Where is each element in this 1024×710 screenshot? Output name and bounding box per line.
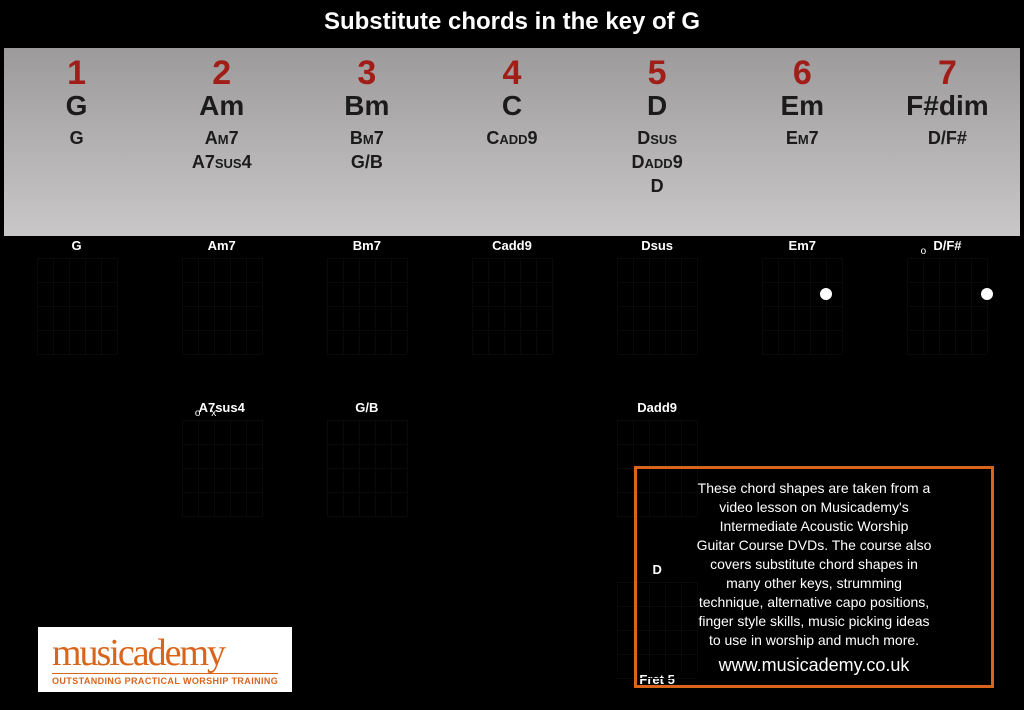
fretboard: o — [907, 258, 987, 354]
chord-slot: Em7 — [730, 238, 875, 388]
chord-slot — [294, 562, 439, 692]
degree-substitute: G — [4, 126, 149, 150]
chord-label: Bm7 — [353, 238, 381, 254]
info-line: many other keys, strumming — [649, 574, 979, 593]
degree-substitute: G/B — [294, 150, 439, 174]
degree-number: 2 — [149, 56, 294, 90]
info-line: These chord shapes are taken from a — [649, 479, 979, 498]
degree-column: 5DDsusDadd9D — [585, 56, 730, 236]
info-line: to use in worship and much more. — [649, 631, 979, 650]
degree-chord: C — [439, 92, 584, 120]
chord-label: Am7 — [208, 238, 236, 254]
degree-number: 4 — [439, 56, 584, 90]
chord-label: G — [72, 238, 82, 254]
degree-column: 7F#dim D/F# — [875, 56, 1020, 236]
fretboard — [472, 258, 552, 354]
chord-slot: G/B — [294, 400, 439, 550]
info-line: covers substitute chord shapes in — [649, 555, 979, 574]
degree-chord: F#dim — [875, 92, 1020, 120]
chord-slot: A7sus4 ox — [149, 400, 294, 550]
logo-brand: musicademy — [52, 635, 278, 671]
chord-slot: Dsus — [585, 238, 730, 388]
degree-header-band: 1GG2AmAm7A7sus43BmBm7G/B4CCadd95DDsusDad… — [4, 48, 1020, 236]
degree-substitute: Em7 — [730, 126, 875, 150]
degree-substitute: Am7 — [149, 126, 294, 150]
degree-chord: G — [4, 92, 149, 120]
fretboard — [617, 258, 697, 354]
chord-slot: D/F# o — [875, 238, 1020, 388]
info-line: technique, alternative capo positions, — [649, 593, 979, 612]
degree-substitute: D/F# — [875, 126, 1020, 150]
fretboard — [327, 258, 407, 354]
degree-substitute: Dadd9 — [585, 150, 730, 174]
degree-chord: Em — [730, 92, 875, 120]
fretboard: ox — [182, 420, 262, 516]
chord-label: Dsus — [641, 238, 673, 254]
info-url: www.musicademy.co.uk — [649, 656, 979, 675]
degree-number: 6 — [730, 56, 875, 90]
degree-column: 6Em Em7 — [730, 56, 875, 236]
chord-label: A7sus4 — [199, 400, 245, 416]
info-line: Guitar Course DVDs. The course also — [649, 536, 979, 555]
chord-slot: Am7 — [149, 238, 294, 388]
chord-label: Dadd9 — [637, 400, 677, 416]
degree-substitute: D — [585, 174, 730, 198]
info-line: Intermediate Acoustic Worship — [649, 517, 979, 536]
degree-column: 4C Cadd9 — [439, 56, 584, 236]
chord-diagram-row-1: G Am7 Bm7 Cadd9 Dsus Em7 D/F# o — [4, 238, 1020, 388]
chord-slot: Bm7 — [294, 238, 439, 388]
degree-chord: Bm — [294, 92, 439, 120]
fretboard — [762, 258, 842, 354]
degree-substitute: Dsus — [585, 126, 730, 150]
degree-number: 7 — [875, 56, 1020, 90]
chord-label: G/B — [355, 400, 378, 416]
degree-column: 2Am Am7A7sus4 — [149, 56, 294, 236]
page-title: Substitute chords in the key of G — [0, 8, 1024, 36]
degree-number: 5 — [585, 56, 730, 90]
chord-slot — [439, 562, 584, 692]
degree-number: 3 — [294, 56, 439, 90]
degree-substitute: Cadd9 — [439, 126, 584, 150]
chord-slot: Cadd9 — [439, 238, 584, 388]
fretboard — [182, 258, 262, 354]
fretboard — [327, 420, 407, 516]
degree-column: 3Bm Bm7G/B — [294, 56, 439, 236]
info-line: finger style skills, music picking ideas — [649, 612, 979, 631]
info-box: These chord shapes are taken from avideo… — [634, 466, 994, 688]
degree-column: 1GG — [4, 56, 149, 236]
logo: musicademy OUTSTANDING PRACTICAL WORSHIP… — [38, 627, 292, 692]
degree-substitute: Bm7 — [294, 126, 439, 150]
chord-slot: G — [4, 238, 149, 388]
chord-slot — [439, 400, 584, 550]
degree-chord: D — [585, 92, 730, 120]
chord-label: D/F# — [933, 238, 961, 254]
degree-chord: Am — [149, 92, 294, 120]
degree-substitute: A7sus4 — [149, 150, 294, 174]
logo-tagline: OUTSTANDING PRACTICAL WORSHIP TRAINING — [52, 673, 278, 686]
fretboard — [37, 258, 117, 354]
degree-number: 1 — [4, 56, 149, 90]
chord-label: Cadd9 — [492, 238, 532, 254]
info-line: video lesson on Musicademy's — [649, 498, 979, 517]
chord-label: Em7 — [789, 238, 816, 254]
chord-slot — [4, 400, 149, 550]
